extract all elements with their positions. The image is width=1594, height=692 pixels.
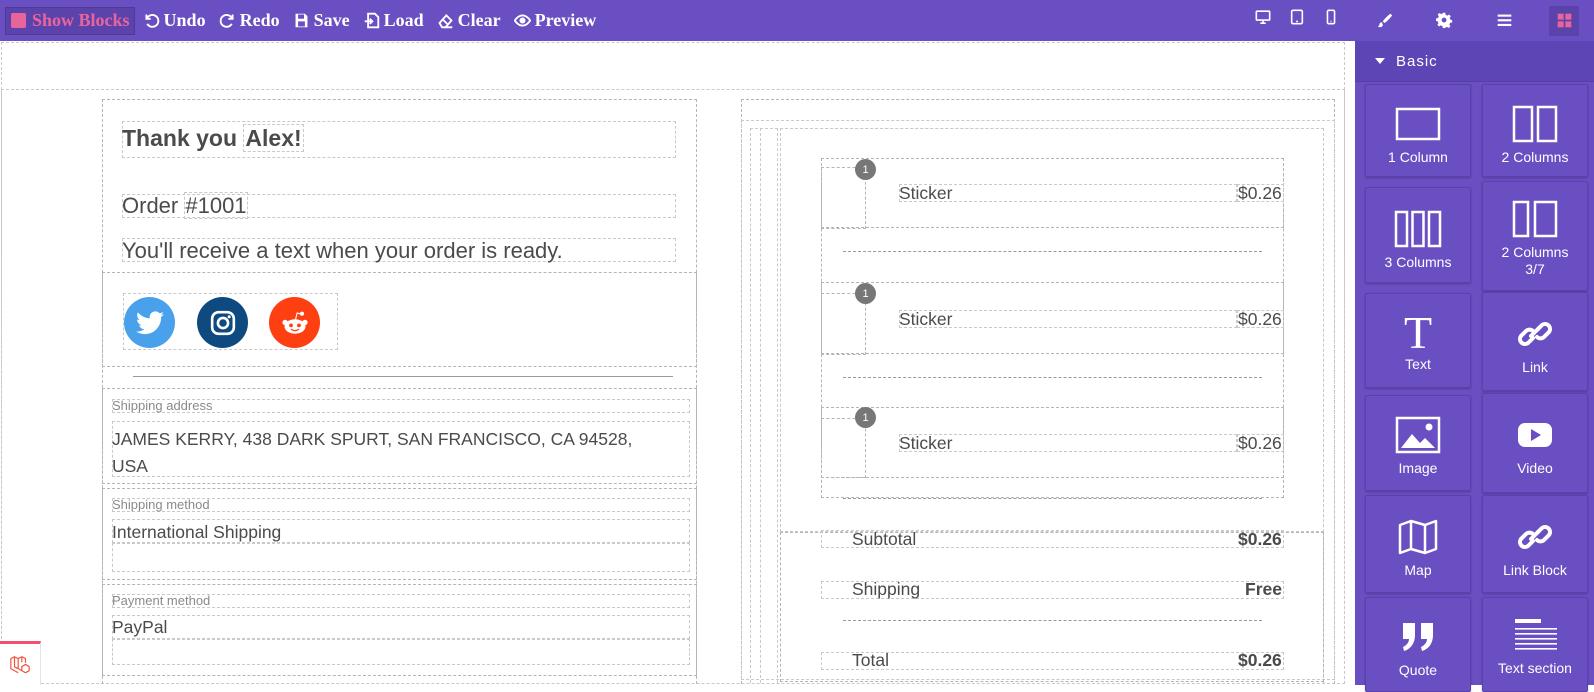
twitter-icon[interactable] [124, 297, 175, 348]
video-icon [1518, 423, 1552, 447]
preview-button[interactable]: Preview [509, 7, 602, 35]
total-label[interactable]: Total [852, 650, 889, 671]
shipping-method-spacer [112, 543, 690, 572]
quote-icon [1403, 623, 1433, 651]
layers-tab[interactable] [1489, 6, 1519, 36]
email-canvas: Thank you Alex! Order #1001 You'll recei… [0, 41, 1346, 685]
one-column-icon [1395, 107, 1441, 141]
undo-icon [145, 14, 159, 28]
item-quantity-badge: 1 [855, 283, 876, 304]
text-section-icon [1515, 619, 1557, 650]
shipping-address[interactable]: JAMES KERRY, 438 DARK SPURT, SAN FRANCIS… [112, 426, 672, 480]
redo-button[interactable]: Redo [214, 7, 285, 35]
link-icon [1518, 322, 1552, 346]
block-video[interactable]: Video [1482, 393, 1588, 493]
eye-icon [513, 14, 531, 27]
item-name[interactable]: Sticker [899, 183, 952, 204]
block-text-section[interactable]: Text section [1482, 597, 1588, 692]
item-divider [843, 251, 1262, 252]
payment-method[interactable]: PayPal [112, 617, 167, 638]
tablet-icon[interactable] [1289, 9, 1305, 25]
save-button[interactable]: Save [288, 7, 355, 35]
shipping-value[interactable]: Free [1245, 579, 1282, 600]
blocks-panel: Basic 1 Column 2 Columns 3 Columns 2 Col… [1355, 0, 1594, 692]
caret-down-icon [1375, 58, 1385, 64]
item-name[interactable]: Sticker [899, 433, 952, 454]
redo-icon [219, 14, 234, 28]
editor-toolbar: Show Blocks Undo Redo Save Load Clear Pr… [0, 0, 1355, 41]
canvas-scrollbar-gutter [1346, 41, 1355, 685]
style-manager-tab[interactable] [1370, 6, 1400, 36]
item-price[interactable]: $0.26 [1238, 433, 1282, 454]
block-2-columns-37[interactable]: 2 Columns 3/7 [1482, 181, 1588, 291]
order-number-line[interactable]: Order #1001 [122, 192, 248, 219]
clear-button[interactable]: Clear [432, 7, 506, 35]
payment-method-cell [112, 615, 690, 639]
show-blocks-icon [11, 13, 26, 28]
load-button[interactable]: Load [358, 7, 429, 35]
reddit-icon[interactable] [269, 297, 320, 348]
link-block-icon [1518, 525, 1552, 549]
block-3-columns[interactable]: 3 Columns [1365, 187, 1471, 283]
block-image[interactable]: Image [1365, 395, 1471, 491]
order-number[interactable]: #1001 [184, 192, 248, 219]
block-link-block[interactable]: Link Block [1482, 495, 1588, 593]
show-blocks-button[interactable]: Show Blocks [5, 6, 135, 35]
debugbar-toggle[interactable] [0, 641, 41, 685]
item-quantity-badge: 1 [855, 159, 876, 180]
desktop-icon[interactable] [1255, 9, 1271, 25]
item-price[interactable]: $0.26 [1238, 309, 1282, 330]
layers-icon [1497, 14, 1512, 27]
image-icon [1395, 416, 1441, 454]
category-basic[interactable]: Basic [1355, 41, 1594, 82]
table-gutter [760, 128, 778, 685]
block-link[interactable]: Link [1482, 292, 1588, 391]
totals-divider [843, 620, 1262, 621]
blocks-tab[interactable] [1549, 5, 1580, 36]
payment-method-label[interactable]: Payment method [112, 593, 210, 608]
gear-icon [1436, 12, 1453, 29]
text-icon: T [1404, 308, 1432, 354]
item-divider [843, 498, 1262, 499]
item-quantity-badge: 1 [855, 407, 876, 428]
block-2-columns[interactable]: 2 Columns [1482, 84, 1588, 177]
heading-thank-you[interactable]: Thank you Alex! [122, 124, 304, 152]
block-map[interactable]: Map [1365, 495, 1471, 593]
total-row [821, 652, 1284, 670]
laravel-logo-icon [10, 655, 30, 673]
shipping-address-label[interactable]: Shipping address [112, 398, 212, 413]
settings-tab[interactable] [1430, 6, 1460, 36]
block-quote[interactable]: Quote [1365, 597, 1471, 692]
instagram-icon[interactable] [197, 297, 248, 348]
item-thumbnail[interactable] [821, 418, 866, 478]
subtotal-value[interactable]: $0.26 [1238, 529, 1282, 550]
undo-button[interactable]: Undo [138, 7, 211, 35]
block-text[interactable]: T Text [1365, 293, 1471, 388]
total-value[interactable]: $0.26 [1238, 650, 1282, 671]
customer-name[interactable]: Alex! [243, 124, 304, 152]
svg-text:T: T [1404, 308, 1432, 354]
shipping-method-label[interactable]: Shipping method [112, 497, 210, 512]
subtotal-label[interactable]: Subtotal [852, 529, 916, 550]
shipping-label[interactable]: Shipping [852, 579, 920, 600]
blocks-icon [1557, 13, 1571, 28]
two-columns-icon [1512, 105, 1558, 143]
save-icon [295, 13, 308, 28]
load-icon [364, 12, 379, 29]
map-icon [1398, 519, 1438, 555]
three-columns-icon [1394, 210, 1442, 248]
brush-icon [1378, 13, 1393, 28]
mobile-icon[interactable] [1323, 9, 1339, 25]
item-divider [843, 377, 1262, 378]
eraser-icon [438, 14, 453, 29]
item-name[interactable]: Sticker [899, 309, 952, 330]
divider-line [133, 376, 673, 377]
shipping-method[interactable]: International Shipping [112, 522, 281, 543]
two-columns-37-icon [1512, 200, 1558, 238]
ready-notice[interactable]: You'll receive a text when your order is… [122, 238, 563, 264]
payment-method-spacer [112, 639, 690, 665]
panel-tabs [1355, 0, 1594, 41]
item-price[interactable]: $0.26 [1238, 183, 1282, 204]
block-1-column[interactable]: 1 Column [1365, 84, 1471, 177]
